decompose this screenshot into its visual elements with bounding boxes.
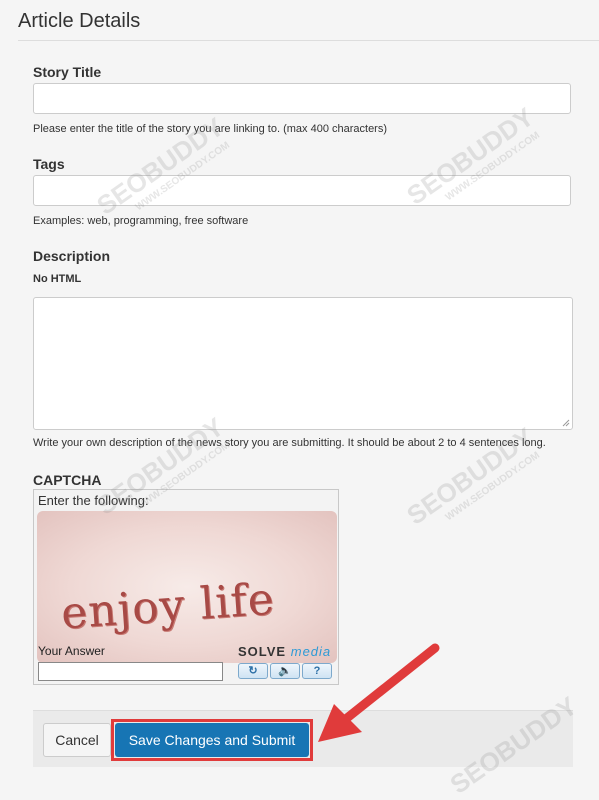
tags-label: Tags <box>33 156 65 172</box>
page-header: Article Details <box>18 10 599 41</box>
description-note: No HTML <box>33 273 82 285</box>
story-title-label: Story Title <box>33 64 102 80</box>
page-title: Article Details <box>18 10 141 32</box>
description-label: Description <box>33 248 111 264</box>
captcha-image: enjoy life <box>37 511 337 663</box>
tags-input[interactable] <box>33 175 571 206</box>
brand-solve: SOLVE <box>238 644 287 659</box>
captcha-answer-label: Your Answer <box>38 644 105 658</box>
submit-button[interactable]: Save Changes and Submit <box>115 723 309 757</box>
story-title-input[interactable] <box>33 83 571 114</box>
description-textarea[interactable] <box>33 297 573 430</box>
audio-icon[interactable]: 🔈 <box>270 663 300 679</box>
resize-handle-icon[interactable] <box>562 419 570 427</box>
tags-help: Examples: web, programming, free softwar… <box>33 215 249 227</box>
story-title-help: Please enter the title of the story you … <box>33 123 388 135</box>
cancel-button[interactable]: Cancel <box>43 723 111 757</box>
refresh-icon[interactable]: ↻ <box>238 663 268 679</box>
captcha-label: CAPTCHA <box>33 472 102 488</box>
captcha-answer-input[interactable] <box>38 662 223 681</box>
captcha-prompt: Enter the following: <box>38 493 149 508</box>
annotation-arrow-icon <box>318 643 440 742</box>
watermark-url: WWW.SEOBUDDY.COM <box>443 449 542 524</box>
description-help: Write your own description of the news s… <box>33 437 546 449</box>
captcha-widget: Enter the following: enjoy life Your Ans… <box>33 489 339 685</box>
captcha-challenge-text: enjoy life <box>59 573 277 640</box>
